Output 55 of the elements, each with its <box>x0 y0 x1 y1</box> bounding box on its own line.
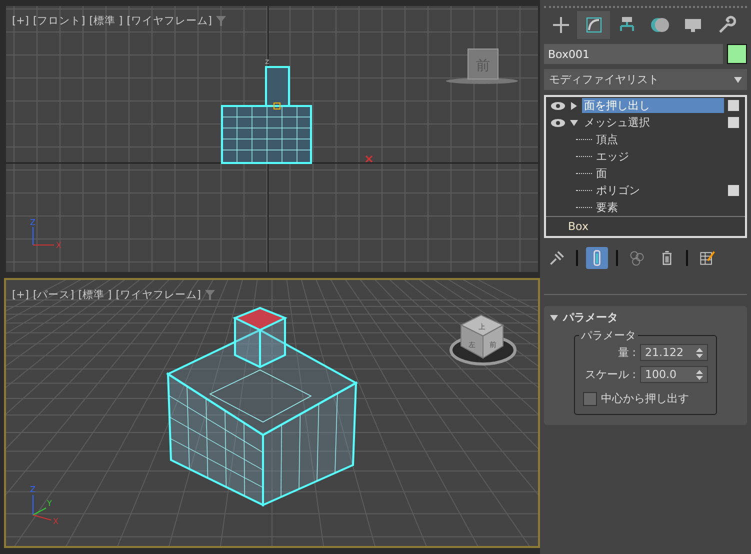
viewcube-drawing <box>446 48 518 84</box>
axis-label: X <box>56 241 62 250</box>
viewport-label[interactable]: [標準 ] <box>89 14 123 28</box>
modifier-list-dropdown[interactable]: モディファイヤリスト <box>544 69 747 90</box>
sub-object-item[interactable]: ポリゴン <box>546 182 745 199</box>
selected-face <box>232 306 288 332</box>
configure-icon <box>698 249 716 267</box>
sub-object-item[interactable]: 面 <box>546 165 745 182</box>
sub-object-item[interactable]: 頂点 <box>546 131 745 148</box>
object-name-field[interactable]: Box001 <box>544 44 723 64</box>
checkbox[interactable] <box>583 392 597 406</box>
spinner-arrows-icon[interactable] <box>696 348 703 358</box>
spinner-field[interactable]: 21.122 <box>640 344 708 361</box>
motion-icon <box>650 15 670 35</box>
viewport-label[interactable]: [フロント] <box>33 14 86 28</box>
viewport-label[interactable]: [ワイヤフレーム] <box>116 288 201 302</box>
collapsed-arrow-icon[interactable] <box>570 102 578 110</box>
pin-icon <box>548 249 566 267</box>
eye-icon[interactable] <box>550 100 566 110</box>
axis-label: X <box>53 517 58 526</box>
field-label: 量 : <box>618 345 636 360</box>
sub-object-item[interactable]: エッジ <box>546 148 745 165</box>
axis-label: Z <box>30 218 36 227</box>
modify-tab[interactable] <box>577 11 610 39</box>
axis-label: Y <box>47 499 52 508</box>
checkbox-label[interactable]: 中心から押し出す <box>601 391 689 406</box>
viewport-label[interactable]: [+] <box>12 15 29 27</box>
sub-object-item[interactable]: 要素 <box>546 199 745 216</box>
eye-icon[interactable] <box>550 118 566 128</box>
axis-label: z <box>265 57 270 66</box>
group-title: パラメータ <box>579 328 638 343</box>
rollout-title[interactable]: パラメータ <box>563 310 618 325</box>
axis-label: Z <box>30 485 36 494</box>
x-axis-mark-icon <box>365 155 373 163</box>
axis-gizmo-icon <box>32 226 54 246</box>
dropdown-caret-icon <box>734 76 742 82</box>
create-icon <box>550 15 570 35</box>
viewcube-drawing <box>450 314 516 366</box>
expanded-arrow-icon[interactable] <box>550 314 558 322</box>
base-object-item[interactable]: Box <box>546 216 745 236</box>
pivot-icon <box>274 102 280 110</box>
modify-icon <box>584 15 604 35</box>
make-unique-icon <box>628 249 646 267</box>
expanded-arrow-icon[interactable] <box>570 118 578 126</box>
object-color-swatch[interactable] <box>727 44 747 64</box>
viewport-label[interactable]: [パース] <box>33 288 74 302</box>
viewport-label[interactable]: [+] <box>12 289 29 301</box>
axis-gizmo-icon <box>32 494 52 520</box>
viewport-label[interactable]: [ワイヤフレーム] <box>126 14 212 28</box>
show-end-result-button[interactable] <box>586 247 608 269</box>
spinner-arrows-icon[interactable] <box>696 370 703 380</box>
viewport-label[interactable]: [標準 ] <box>78 288 112 302</box>
spinner-field[interactable]: 100.0 <box>640 366 708 383</box>
field-label: スケール : <box>584 367 636 382</box>
stack-item[interactable]: メッシュ選択 <box>546 114 745 131</box>
